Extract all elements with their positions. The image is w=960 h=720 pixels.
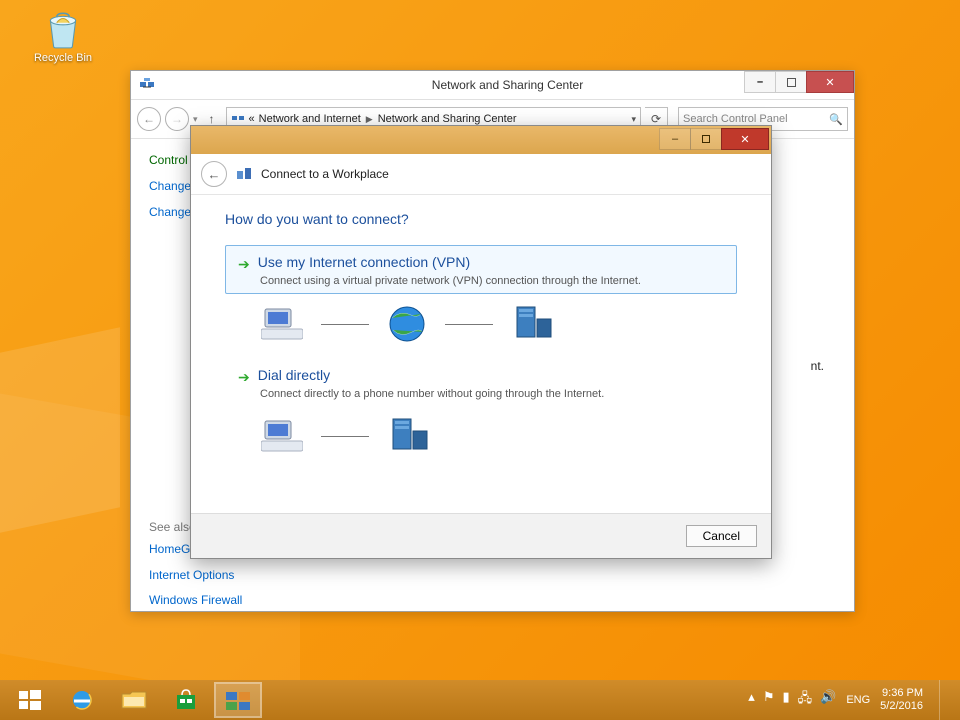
wizard-titlebar[interactable]: – ✕ xyxy=(191,126,771,154)
chevron-down-icon[interactable]: ▾ xyxy=(631,114,636,125)
vpn-diagram xyxy=(261,304,737,344)
ie-icon xyxy=(70,688,94,712)
wizard-question: How do you want to connect? xyxy=(225,211,737,227)
computer-icon xyxy=(261,305,303,343)
network-icon xyxy=(139,77,155,93)
breadcrumb-item[interactable]: Network and Internet xyxy=(259,113,361,125)
folder-icon xyxy=(121,689,147,711)
control-panel-icon xyxy=(225,689,251,711)
clock[interactable]: 9:36 PM 5/2/2016 xyxy=(880,687,923,712)
desktop: Recycle Bin Network and Sharing Center –… xyxy=(0,0,960,720)
taskbar-ie[interactable] xyxy=(58,682,106,718)
nav-forward-button[interactable]: → xyxy=(165,107,189,131)
seealso-internet-options[interactable]: Internet Options xyxy=(149,568,339,584)
connect-workplace-wizard: – ✕ ← Connect to a Workplace How do you … xyxy=(190,125,772,559)
taskbar-store[interactable] xyxy=(162,682,210,718)
store-icon xyxy=(175,689,197,711)
wizard-title: Connect to a Workplace xyxy=(261,167,389,181)
wizard-body: How do you want to connect? ➔ Use my Int… xyxy=(191,195,771,479)
action-center-icon[interactable]: ⚑ xyxy=(763,689,775,711)
system-tray: ▴ ⚑ ▮ 🖧 🔊 ENG 9:36 PM 5/2/2016 xyxy=(748,680,956,720)
arrow-right-icon: ➔ xyxy=(238,369,250,386)
server-icon xyxy=(511,305,555,343)
clock-date: 5/2/2016 xyxy=(880,700,923,713)
wizard-back-button[interactable]: ← xyxy=(201,161,227,187)
option-dial-title: Dial directly xyxy=(258,367,330,383)
globe-icon xyxy=(387,304,427,344)
recycle-bin-label: Recycle Bin xyxy=(34,52,92,64)
seealso-firewall[interactable]: Windows Firewall xyxy=(149,593,339,609)
arrow-right-icon: ➔ xyxy=(238,256,250,273)
breadcrumb-item[interactable]: Network and Sharing Center xyxy=(378,113,517,125)
search-icon: 🔍 xyxy=(829,113,843,126)
windows-logo-icon xyxy=(19,689,41,711)
trash-icon xyxy=(42,8,84,50)
server-icon xyxy=(387,417,431,455)
option-dial-subtitle: Connect directly to a phone number witho… xyxy=(260,388,726,400)
wizard-footer: Cancel xyxy=(191,513,771,558)
show-desktop-button[interactable] xyxy=(939,680,948,720)
clock-time: 9:36 PM xyxy=(880,687,923,700)
nav-back-button[interactable]: ← xyxy=(137,107,161,131)
connector-line xyxy=(445,324,493,325)
language-indicator[interactable]: ENG xyxy=(846,694,870,706)
battery-icon[interactable]: ▮ xyxy=(782,689,789,711)
chevron-right-icon: ▶ xyxy=(366,114,373,125)
option-vpn-subtitle: Connect using a virtual private network … xyxy=(260,275,726,287)
wizard-maximize-button[interactable] xyxy=(690,128,722,150)
volume-icon[interactable]: 🔊 xyxy=(820,689,836,711)
network-tray-icon[interactable]: 🖧 xyxy=(798,689,813,711)
wizard-close-button[interactable]: ✕ xyxy=(721,128,769,150)
tray-up-icon[interactable]: ▴ xyxy=(748,689,755,711)
connector-line xyxy=(321,324,369,325)
cancel-button[interactable]: Cancel xyxy=(686,525,757,547)
network-icon xyxy=(231,112,245,126)
workplace-icon xyxy=(235,165,253,183)
titlebar[interactable]: Network and Sharing Center – ✕ xyxy=(131,71,854,100)
close-button[interactable]: ✕ xyxy=(806,71,854,93)
breadcrumb-root[interactable]: « xyxy=(249,113,255,125)
wizard-minimize-button[interactable]: – xyxy=(659,128,691,150)
option-vpn[interactable]: ➔ Use my Internet connection (VPN) Conne… xyxy=(225,245,737,294)
maximize-button[interactable] xyxy=(775,71,807,93)
recycle-bin-icon[interactable]: Recycle Bin xyxy=(28,8,98,64)
start-button[interactable] xyxy=(6,682,54,718)
dial-diagram xyxy=(261,417,737,455)
maximize-icon xyxy=(702,135,710,143)
option-dial[interactable]: ➔ Dial directly Connect directly to a ph… xyxy=(225,358,737,407)
taskbar[interactable]: ▴ ⚑ ▮ 🖧 🔊 ENG 9:36 PM 5/2/2016 xyxy=(0,680,960,720)
minimize-button[interactable]: – xyxy=(744,71,776,93)
computer-icon xyxy=(261,417,303,455)
taskbar-explorer[interactable] xyxy=(110,682,158,718)
option-vpn-title: Use my Internet connection (VPN) xyxy=(258,254,470,270)
wizard-header: ← Connect to a Workplace xyxy=(191,154,771,195)
search-placeholder: Search Control Panel xyxy=(683,113,788,125)
connector-line xyxy=(321,436,369,437)
taskbar-control-panel[interactable] xyxy=(214,682,262,718)
recent-dropdown[interactable]: ▾ xyxy=(193,114,198,125)
maximize-icon xyxy=(787,78,796,87)
